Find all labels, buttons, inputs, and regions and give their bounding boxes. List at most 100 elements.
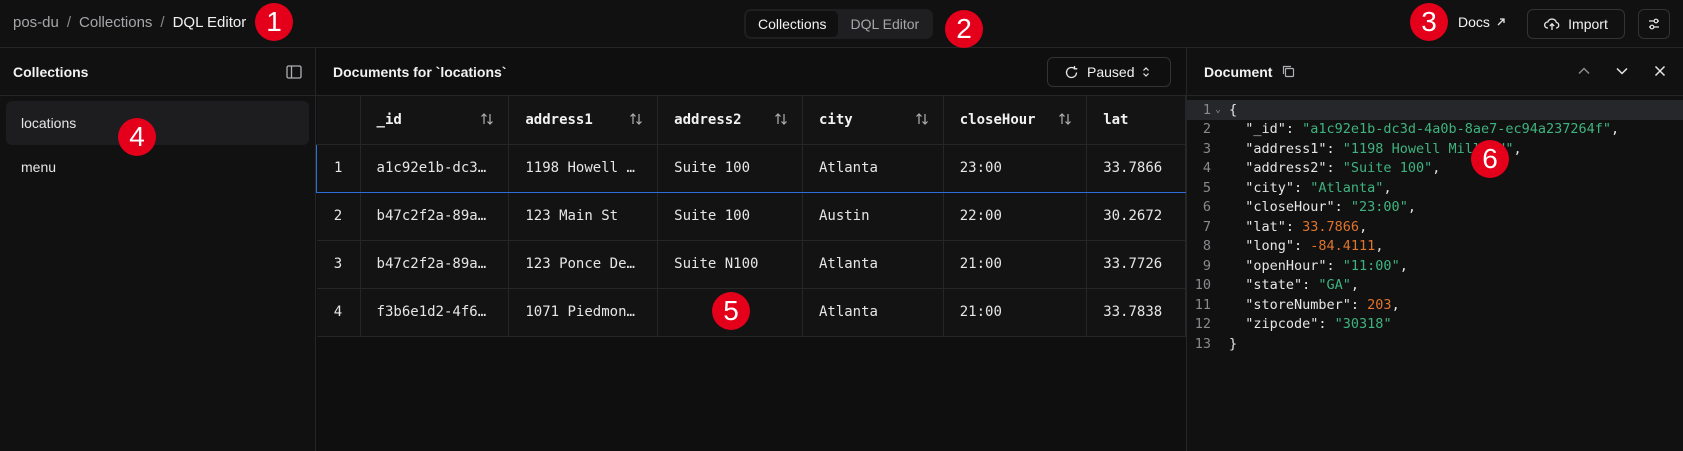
line-number: 4 bbox=[1202, 160, 1211, 177]
code-line: 12 "zipcode": "30318" bbox=[1187, 315, 1683, 335]
json-token: , bbox=[1432, 160, 1441, 177]
json-number: 203 bbox=[1367, 296, 1392, 313]
sort-icon[interactable] bbox=[915, 113, 929, 125]
code-line: 6 "closeHour": "23:00", bbox=[1187, 198, 1683, 218]
copy-icon[interactable] bbox=[1282, 65, 1295, 78]
breadcrumb-project[interactable]: pos-du bbox=[13, 14, 59, 31]
sort-icon[interactable] bbox=[1058, 113, 1072, 125]
table-cell[interactable]: Austin bbox=[802, 192, 944, 241]
column-header[interactable]: city bbox=[802, 96, 944, 145]
table-cell[interactable]: Atlanta bbox=[802, 143, 944, 193]
view-switch: Collections DQL Editor bbox=[744, 9, 934, 39]
row-number: 3 bbox=[316, 240, 361, 289]
table-cell[interactable]: 123 Ponce De… bbox=[508, 240, 659, 289]
sort-icon[interactable] bbox=[629, 113, 643, 125]
tab-dql-editor[interactable]: DQL Editor bbox=[838, 11, 931, 37]
json-token: "openHour": bbox=[1229, 257, 1343, 274]
annotation-marker: 1 bbox=[255, 3, 293, 41]
document-nav bbox=[1575, 62, 1669, 80]
table-cell[interactable]: 1198 Howell … bbox=[508, 143, 659, 193]
chevron-updown-icon bbox=[1143, 67, 1150, 77]
fold-chevron-icon[interactable]: ⌄ bbox=[1215, 104, 1229, 115]
chevron-down-icon[interactable] bbox=[1613, 62, 1631, 80]
breadcrumb-collections[interactable]: Collections bbox=[79, 14, 152, 31]
table-cell[interactable]: Suite N100 bbox=[657, 240, 803, 289]
code-line: 8 "long": -84.4111, bbox=[1187, 237, 1683, 257]
sort-icon[interactable] bbox=[774, 113, 788, 125]
tab-collections[interactable]: Collections bbox=[746, 11, 839, 37]
json-token: , bbox=[1383, 179, 1392, 196]
column-header[interactable]: _id bbox=[360, 96, 510, 145]
import-button[interactable]: Import bbox=[1527, 9, 1625, 39]
table-cell[interactable]: b47c2f2a-89a… bbox=[360, 192, 510, 241]
docs-link[interactable]: Docs bbox=[1458, 14, 1506, 30]
column-header-label: address2 bbox=[674, 111, 742, 128]
line-number: 9 bbox=[1202, 257, 1211, 274]
table-row[interactable]: 1 a1c92e1b-dc3… 1198 Howell … Suite 100 … bbox=[316, 143, 1186, 193]
table-cell[interactable]: 33.7866 bbox=[1086, 143, 1186, 193]
paused-label: Paused bbox=[1087, 64, 1135, 80]
json-string: "Atlanta" bbox=[1310, 179, 1384, 196]
column-header[interactable]: address1 bbox=[508, 96, 659, 145]
column-header[interactable]: lat bbox=[1086, 96, 1186, 145]
settings-button[interactable] bbox=[1638, 9, 1670, 39]
line-number: 5 bbox=[1202, 179, 1211, 196]
json-token: "address1": bbox=[1229, 140, 1343, 157]
table-cell[interactable]: 22:00 bbox=[943, 192, 1088, 241]
close-icon[interactable] bbox=[1651, 62, 1669, 80]
column-header-label: city bbox=[818, 111, 853, 128]
line-number: 7 bbox=[1202, 218, 1211, 235]
json-string: "23:00" bbox=[1350, 199, 1408, 216]
collections-panel: Collections locations menu bbox=[0, 48, 316, 451]
row-number: 4 bbox=[316, 288, 361, 337]
line-number: 13 bbox=[1194, 335, 1211, 352]
table-cell[interactable]: 1071 Piedmon… bbox=[508, 288, 659, 337]
table-cell[interactable]: Suite 100 bbox=[657, 192, 803, 241]
sidebar-toggle-icon[interactable] bbox=[286, 64, 302, 79]
line-number: 10 bbox=[1194, 277, 1211, 294]
table-cell[interactable]: b47c2f2a-89a… bbox=[360, 240, 510, 289]
table-cell[interactable]: 21:00 bbox=[943, 288, 1088, 337]
paused-select[interactable]: Paused bbox=[1047, 57, 1171, 87]
json-token: "address2": bbox=[1229, 160, 1343, 177]
document-panel: Document 1 ⌄{2 "_id": "a1c92e1b-dc3d-4a0b… bbox=[1187, 48, 1683, 451]
chevron-up-icon[interactable] bbox=[1575, 62, 1593, 80]
collection-item-locations[interactable]: locations bbox=[6, 101, 309, 145]
json-viewer[interactable]: 1 ⌄{2 "_id": "a1c92e1b-dc3d-4a0b-8ae7-ec9… bbox=[1187, 96, 1683, 354]
cloud-upload-icon bbox=[1544, 18, 1560, 30]
table-cell[interactable]: 123 Main St bbox=[508, 192, 659, 241]
json-number: 33.7866 bbox=[1302, 218, 1360, 235]
table-cell[interactable]: 33.7726 bbox=[1086, 240, 1186, 289]
line-number: 8 bbox=[1202, 238, 1211, 255]
table-cell[interactable]: Atlanta bbox=[802, 288, 944, 337]
line-number: 2 bbox=[1202, 121, 1211, 138]
table-cell[interactable]: Suite 100 bbox=[657, 143, 803, 193]
row-number: 2 bbox=[316, 192, 361, 241]
table-cell[interactable]: 33.7838 bbox=[1086, 288, 1186, 337]
table-row[interactable]: 2 b47c2f2a-89a… 123 Main St Suite 100 Au… bbox=[316, 192, 1186, 241]
table-cell[interactable]: 30.2672 bbox=[1086, 192, 1186, 241]
collection-item-menu[interactable]: menu bbox=[6, 145, 309, 189]
table-cell[interactable]: a1c92e1b-dc3… bbox=[360, 143, 510, 193]
line-number: 6 bbox=[1202, 199, 1211, 216]
json-token: , bbox=[1375, 238, 1384, 255]
table-cell[interactable]: Atlanta bbox=[802, 240, 944, 289]
table-row[interactable]: 3 b47c2f2a-89a… 123 Ponce De… Suite N100… bbox=[316, 240, 1186, 289]
annotation-marker: 2 bbox=[945, 10, 983, 48]
json-token: , bbox=[1399, 257, 1408, 274]
json-token: "state": bbox=[1229, 277, 1319, 294]
column-header[interactable]: closeHour bbox=[943, 96, 1088, 145]
column-header[interactable]: address2 bbox=[657, 96, 803, 145]
table-cell[interactable]: 21:00 bbox=[943, 240, 1088, 289]
documents-header: Documents for `locations` Paused bbox=[316, 48, 1186, 96]
table-cell[interactable]: 23:00 bbox=[943, 143, 1088, 193]
table-cell[interactable]: f3b6e1d2-4f6… bbox=[360, 288, 510, 337]
table-header-row: _id address1 address2 city closeHour lat bbox=[316, 96, 1186, 145]
json-string: "11:00" bbox=[1342, 257, 1400, 274]
sort-icon[interactable] bbox=[480, 113, 494, 125]
table-row[interactable]: 4 f3b6e1d2-4f6… 1071 Piedmon… Atlanta 21… bbox=[316, 288, 1186, 337]
collections-header: Collections bbox=[0, 48, 315, 96]
annotation-marker: 4 bbox=[118, 118, 156, 156]
json-string: "Suite 100" bbox=[1342, 160, 1433, 177]
json-string: "a1c92e1b-dc3d-4a0b-8ae7-ec94a237264f" bbox=[1302, 121, 1612, 138]
